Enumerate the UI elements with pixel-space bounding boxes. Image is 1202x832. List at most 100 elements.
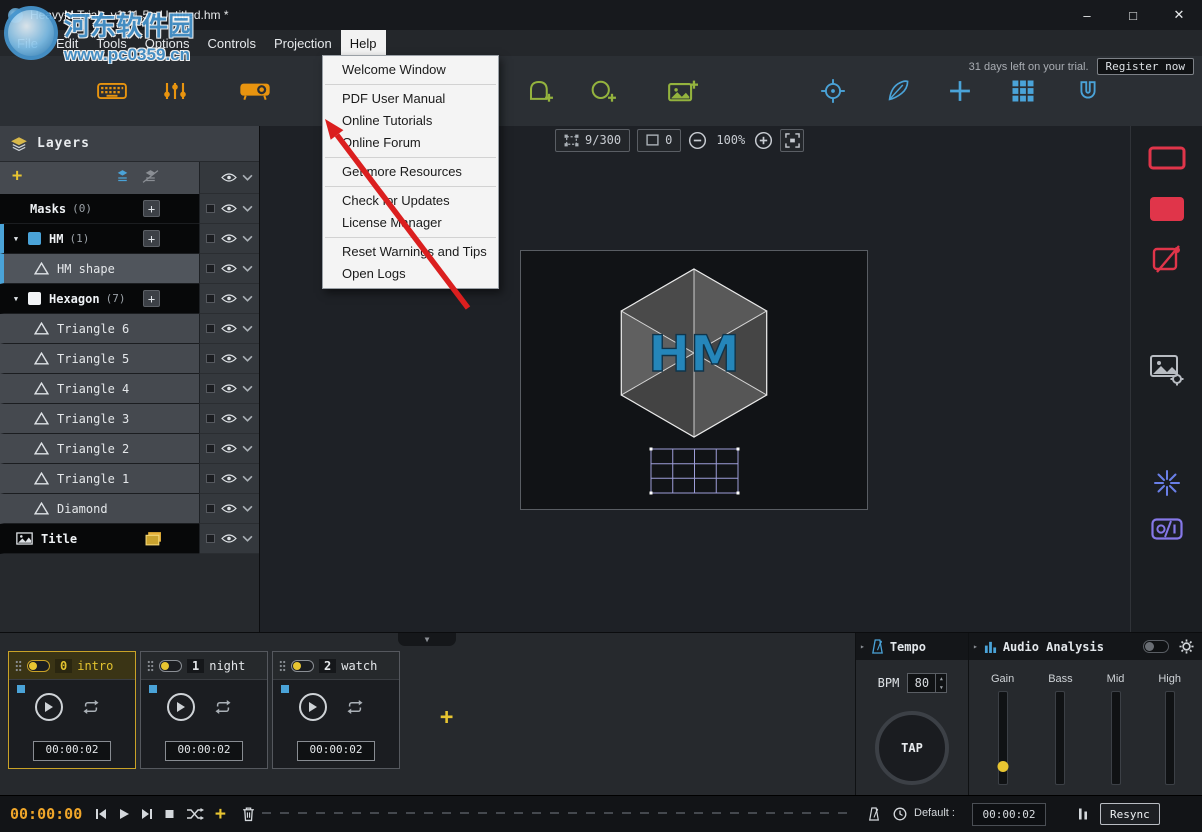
add-point-icon[interactable] — [949, 80, 971, 102]
close-button[interactable]: ✕ — [1156, 0, 1202, 30]
solo-checkbox[interactable] — [206, 384, 215, 393]
gear-icon[interactable] — [1179, 639, 1194, 654]
solo-checkbox[interactable] — [206, 264, 215, 273]
layer-row-diamond[interactable]: Diamond — [0, 494, 259, 524]
gain-slider-knob[interactable] — [997, 761, 1008, 772]
solo-checkbox[interactable] — [206, 234, 215, 243]
clip-loop-icon[interactable] — [345, 700, 365, 714]
bpm-spinner[interactable]: 80 ▲ ▼ — [907, 673, 947, 693]
menu-item-online-tutorials[interactable]: Online Tutorials — [323, 110, 498, 132]
panel-resize-handle[interactable] — [262, 812, 854, 814]
clip-active-toggle[interactable] — [291, 660, 314, 672]
chevron-down-icon[interactable] — [242, 505, 253, 512]
skip-to-start-icon[interactable] — [95, 808, 107, 820]
media-settings-icon[interactable] — [1149, 354, 1185, 386]
layer-color-swatch[interactable] — [28, 232, 41, 245]
magnet-snap-icon[interactable] — [1077, 80, 1099, 102]
clock-icon[interactable] — [893, 807, 907, 821]
default-duration-value[interactable]: 00:00:02 — [972, 803, 1046, 826]
solo-checkbox[interactable] — [206, 324, 215, 333]
menu-item-license-manager[interactable]: License Manager — [323, 212, 498, 234]
eye-icon[interactable] — [221, 443, 237, 454]
expand-arrow-icon[interactable]: ▸ — [973, 642, 978, 651]
layer-row-triangle-3[interactable]: Triangle 3 — [0, 404, 259, 434]
layer-row-triangle-1[interactable]: Triangle 1 — [0, 464, 259, 494]
chevron-down-icon[interactable] — [242, 385, 253, 392]
clip-duration[interactable]: 00:00:02 — [297, 741, 376, 761]
move-layer-down-icon[interactable] — [114, 170, 131, 183]
mixer-sliders-icon[interactable] — [163, 82, 187, 101]
add-mask-button[interactable]: + — [143, 200, 160, 217]
solo-checkbox[interactable] — [206, 204, 215, 213]
menu-item-online-forum[interactable]: Online Forum — [323, 132, 498, 154]
clip-play-button[interactable] — [35, 693, 63, 721]
global-eye-icon[interactable] — [221, 172, 237, 183]
clip-duration[interactable]: 00:00:02 — [33, 741, 112, 761]
register-now-button[interactable]: Register now — [1097, 58, 1194, 75]
play-icon[interactable] — [118, 808, 130, 820]
clip-play-button[interactable] — [167, 693, 195, 721]
projector-output-icon[interactable] — [239, 81, 271, 101]
drag-handle-icon[interactable] — [147, 660, 154, 672]
chevron-down-icon[interactable] — [242, 205, 253, 212]
menu-item-open-logs[interactable]: Open Logs — [323, 263, 498, 285]
menu-projection[interactable]: Projection — [265, 30, 341, 56]
menu-help[interactable]: Help — [341, 30, 386, 56]
chevron-down-icon[interactable] — [242, 235, 253, 242]
shape-effects-icon[interactable] — [1151, 244, 1183, 274]
skip-to-end-icon[interactable] — [141, 808, 153, 820]
zoom-out-icon[interactable] — [688, 131, 707, 150]
pause-bars-icon[interactable] — [1078, 808, 1088, 821]
resync-button[interactable]: Resync — [1100, 803, 1160, 825]
expander-icon[interactable]: ▼ — [10, 235, 22, 243]
high-slider[interactable] — [1165, 691, 1175, 785]
layer-row-hexagon[interactable]: ▼ Hexagon (7) + — [0, 284, 259, 314]
eye-icon[interactable] — [221, 263, 237, 274]
grid-snap-icon[interactable] — [1013, 81, 1034, 102]
tap-tempo-button[interactable]: TAP — [875, 711, 949, 785]
menu-edit[interactable]: Edit — [47, 30, 87, 56]
bpm-up-icon[interactable]: ▲ — [936, 674, 946, 683]
output-target-icon[interactable] — [820, 78, 846, 104]
shuffle-icon[interactable] — [186, 808, 204, 820]
layer-row-title[interactable]: Title — [0, 524, 259, 554]
toggle-binary-icon[interactable] — [1151, 518, 1183, 540]
eye-icon[interactable] — [221, 413, 237, 424]
eye-icon[interactable] — [221, 503, 237, 514]
layer-row-triangle-2[interactable]: Triangle 2 — [0, 434, 259, 464]
layer-row-triangle-6[interactable]: Triangle 6 — [0, 314, 259, 344]
move-layer-up-icon[interactable] — [142, 170, 159, 183]
chevron-down-icon[interactable] — [242, 415, 253, 422]
add-circle-shape-icon[interactable] — [590, 79, 617, 104]
gain-slider[interactable] — [998, 691, 1008, 785]
add-quad-shape-icon[interactable] — [527, 79, 554, 104]
clip-play-button[interactable] — [299, 693, 327, 721]
solo-checkbox[interactable] — [206, 504, 215, 513]
collapse-panel-tab[interactable]: ▼ — [398, 633, 456, 646]
add-media-player-icon[interactable] — [668, 79, 698, 103]
sequence-clip-2[interactable]: 2 watch 00:00:02 — [272, 651, 400, 769]
eye-icon[interactable] — [221, 293, 237, 304]
clip-duration[interactable]: 00:00:02 — [165, 741, 244, 761]
eye-icon[interactable] — [221, 353, 237, 364]
bpm-down-icon[interactable]: ▼ — [936, 683, 946, 692]
expander-icon[interactable]: ▼ — [10, 295, 22, 303]
menu-options[interactable]: Options — [136, 30, 199, 56]
clip-loop-icon[interactable] — [213, 700, 233, 714]
menu-controls[interactable]: Controls — [199, 30, 265, 56]
solo-checkbox[interactable] — [206, 534, 215, 543]
metronome-small-icon[interactable] — [868, 807, 880, 821]
menu-file[interactable]: File — [8, 30, 47, 56]
chevron-down-icon[interactable] — [242, 355, 253, 362]
layer-row-hm-shape[interactable]: HM shape — [0, 254, 259, 284]
layer-color-swatch[interactable] — [28, 292, 41, 305]
solo-checkbox[interactable] — [206, 354, 215, 363]
layer-row-triangle-4[interactable]: Triangle 4 — [0, 374, 259, 404]
solo-checkbox[interactable] — [206, 444, 215, 453]
minimize-button[interactable]: – — [1064, 0, 1110, 30]
add-sequence-transport-button[interactable]: + — [215, 804, 226, 825]
eye-icon[interactable] — [221, 233, 237, 244]
chevron-down-icon[interactable] — [242, 295, 253, 302]
layer-row-triangle-5[interactable]: Triangle 5 — [0, 344, 259, 374]
eye-icon[interactable] — [221, 323, 237, 334]
